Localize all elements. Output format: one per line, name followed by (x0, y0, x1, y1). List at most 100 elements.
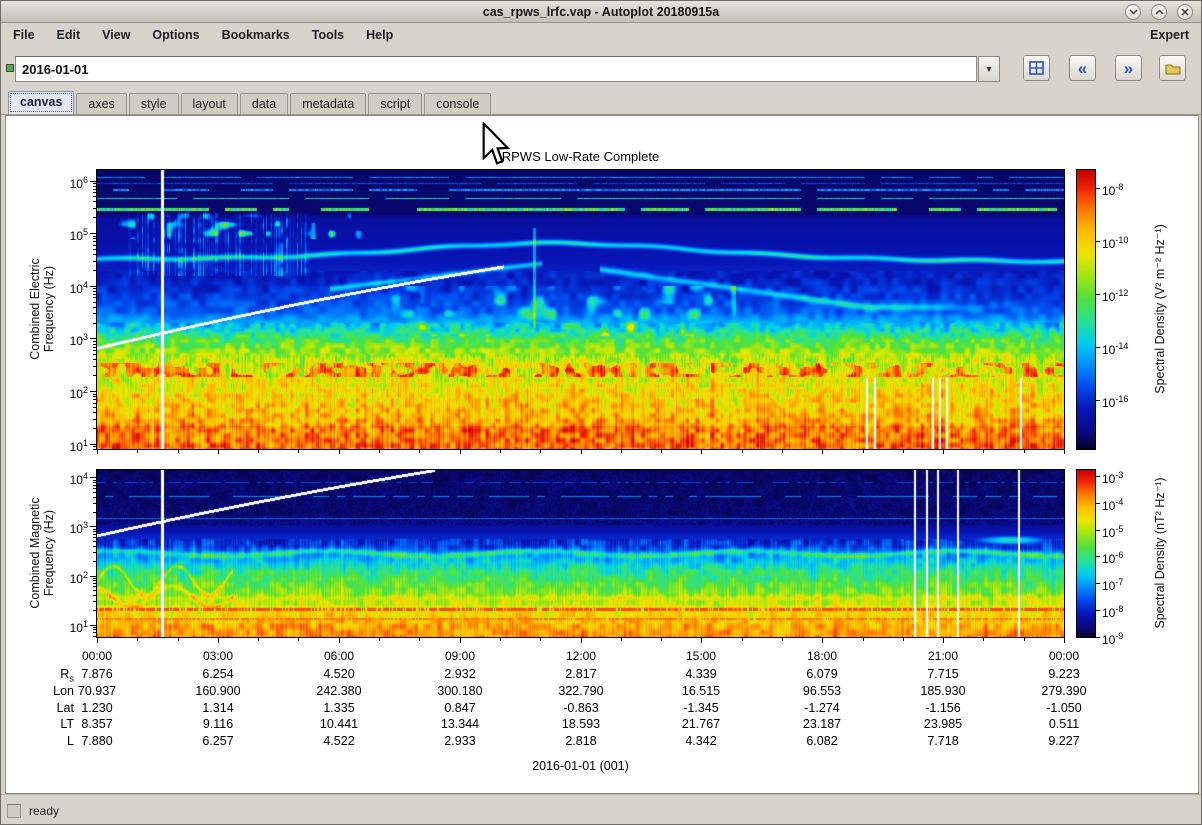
y-tick-mark (90, 526, 96, 527)
x-tick-mark (581, 450, 582, 454)
x-minor-tick-mark (419, 450, 420, 453)
y-minor-tick-mark (93, 241, 96, 242)
y-minor-tick-mark (93, 485, 96, 486)
ephemeris-value: 96.553 (802, 684, 842, 698)
y-minor-tick-mark (93, 552, 96, 553)
y-tick-mark (90, 286, 96, 287)
magnetic-spectrogram-canvas[interactable] (97, 470, 1064, 637)
x-tick-label: 03:00 (202, 649, 234, 663)
x-minor-tick-mark (983, 450, 984, 453)
tab-data[interactable]: data (239, 93, 289, 114)
x-minor-tick-mark (1024, 450, 1025, 453)
next-interval-button[interactable]: » (1115, 55, 1142, 81)
tab-axes[interactable]: axes (76, 93, 127, 114)
colorbar-tick-mark (1096, 503, 1100, 504)
y-minor-tick-mark (93, 238, 96, 239)
y-minor-tick-mark (93, 196, 96, 197)
x-minor-tick-mark (661, 450, 662, 453)
y-minor-tick-mark (93, 541, 96, 542)
window-controls (1125, 4, 1193, 20)
x-minor-tick-mark (178, 450, 179, 453)
y-minor-tick-mark (93, 288, 96, 289)
ephemeris-value: 7.715 (927, 667, 959, 681)
tab-layout[interactable]: layout (180, 93, 238, 114)
tab-console[interactable]: console (424, 93, 492, 114)
x-minor-tick-mark (863, 638, 864, 641)
window-title: cas_rpws_lrfc.vap - Autoplot 20180915a (482, 4, 720, 19)
x-tick-mark (701, 450, 702, 454)
x-tick-mark (460, 450, 461, 454)
menu-file[interactable]: File (13, 28, 35, 42)
ephemeris-value: 8.357 (81, 717, 113, 731)
y-minor-tick-mark (93, 561, 96, 562)
tab-metadata[interactable]: metadata (290, 93, 367, 114)
colorbar-tick-label: 10-9 (1102, 631, 1124, 647)
uri-input[interactable] (15, 56, 977, 82)
x-minor-tick-mark (379, 450, 380, 453)
previous-interval-button[interactable]: « (1069, 55, 1096, 81)
x-minor-tick-mark (137, 638, 138, 641)
menu-tools[interactable]: Tools (312, 28, 344, 42)
y-tick-label: 105 (69, 227, 88, 243)
minimize-button[interactable] (1125, 4, 1141, 20)
ephemeris-value: 4.522 (323, 734, 355, 748)
y-minor-tick-mark (93, 236, 96, 237)
x-minor-tick-mark (903, 450, 904, 453)
y-minor-tick-mark (93, 407, 96, 408)
y-minor-tick-mark (93, 323, 96, 324)
y-minor-tick-mark (93, 399, 96, 400)
y-minor-tick-mark (93, 428, 96, 429)
ephemeris-value: 6.079 (806, 667, 838, 681)
ephemeris-value: 1.314 (202, 701, 234, 715)
y-minor-tick-mark (93, 480, 96, 481)
grid-button[interactable] (1023, 55, 1050, 81)
y-minor-tick-mark (93, 412, 96, 413)
ephemeris-value: -1.345 (683, 701, 719, 715)
x-tick-mark (218, 450, 219, 454)
y-minor-tick-mark (93, 291, 96, 292)
ephemeris-value: 2.817 (565, 667, 597, 681)
y-tick-mark (90, 233, 96, 234)
colorbar-tick-label: 10-16 (1102, 394, 1129, 410)
ephemeris-value: 2.932 (444, 667, 476, 681)
open-file-button[interactable] (1159, 55, 1186, 81)
y-minor-tick-mark (93, 359, 96, 360)
ephemeris-value: 7.880 (81, 734, 113, 748)
ephemeris-value: 6.082 (806, 734, 838, 748)
close-button[interactable] (1177, 4, 1193, 20)
y-minor-tick-mark (93, 217, 96, 218)
y-minor-tick-mark (93, 595, 96, 596)
y-minor-tick-mark (93, 580, 96, 581)
tab-style[interactable]: style (128, 93, 179, 114)
x-tick-label: 00:00 (81, 649, 113, 663)
ephemeris-value: 21.767 (681, 717, 721, 731)
menu-options[interactable]: Options (152, 28, 199, 42)
x-tick-mark (460, 638, 461, 643)
status-text: ready (29, 803, 60, 818)
y-tick-label: 101 (69, 438, 88, 454)
tab-canvas[interactable]: canvas (8, 91, 75, 114)
y-minor-tick-mark (93, 375, 96, 376)
expert-mode-label[interactable]: Expert (1150, 28, 1189, 42)
electric-spectrogram-canvas[interactable] (97, 170, 1064, 449)
menu-bookmarks[interactable]: Bookmarks (222, 28, 290, 42)
ephemeris-value: 9.116 (202, 717, 234, 731)
menu-help[interactable]: Help (366, 28, 393, 42)
y-tick-mark (90, 444, 96, 445)
menu-edit[interactable]: Edit (57, 28, 81, 42)
menu-view[interactable]: View (102, 28, 130, 42)
y-minor-tick-mark (93, 313, 96, 314)
ephemeris-value: 160.900 (195, 684, 241, 698)
y-minor-tick-mark (93, 307, 96, 308)
y-minor-tick-mark (93, 347, 96, 348)
x-tick-mark (97, 638, 98, 643)
y-minor-tick-mark (93, 344, 96, 345)
maximize-button[interactable] (1151, 4, 1167, 20)
uri-dropdown-button[interactable]: ▼ (978, 56, 1000, 82)
y-minor-tick-mark (93, 629, 96, 630)
x-minor-tick-mark (258, 450, 259, 453)
tab-script[interactable]: script (368, 93, 423, 114)
y-minor-tick-mark (93, 350, 96, 351)
y-tick-label: 103 (69, 520, 88, 536)
status-indicator (7, 803, 21, 818)
